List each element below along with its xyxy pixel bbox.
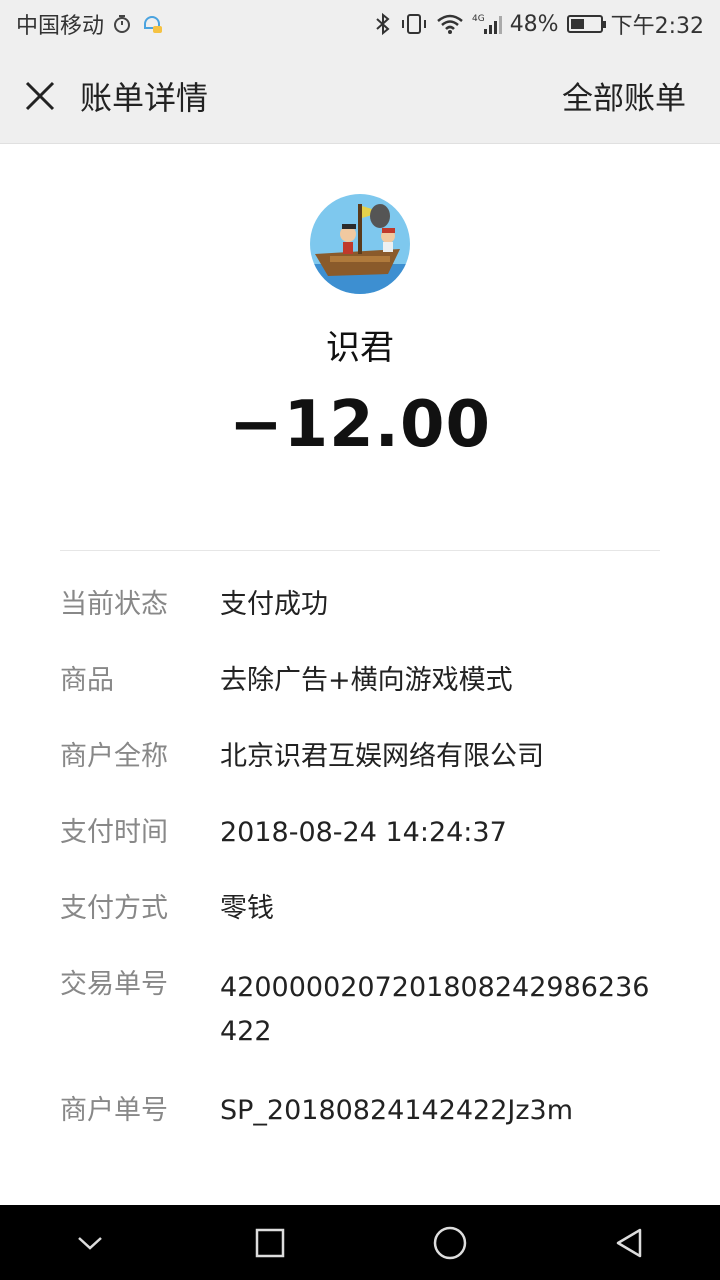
detail-value: 北京识君互娱网络有限公司 [220, 741, 544, 772]
svg-text:4G: 4G [472, 14, 485, 24]
detail-label: 支付方式 [60, 893, 168, 924]
nav-back-button[interactable] [590, 1205, 670, 1280]
nav-collapse-button[interactable] [50, 1205, 130, 1280]
merchant-avatar [310, 194, 410, 294]
detail-value: 去除广告+横向游戏模式 [220, 665, 513, 696]
chevron-down-icon [78, 1236, 102, 1250]
battery-icon [566, 15, 606, 33]
bluetooth-icon [374, 12, 392, 36]
detail-label: 商户全称 [60, 741, 168, 772]
triangle-back-icon [616, 1228, 642, 1257]
detail-row-transaction-id: 交易单号 4200000207201808242986236422 [60, 966, 660, 1054]
detail-label: 支付时间 [60, 817, 168, 848]
carrier-text: 中国移动 [16, 14, 105, 39]
nav-home-button[interactable] [410, 1205, 490, 1280]
circle-icon [433, 1226, 467, 1259]
detail-row-status: 当前状态 支付成功 [60, 586, 660, 624]
alarm-icon [112, 14, 132, 34]
notification-icon [140, 12, 164, 36]
divider [60, 550, 660, 551]
signal-icon: 4G [472, 12, 502, 36]
screen: 中国移动 4G 48% 下午2:32 账单详情 全部账单 识君 −12.00 当… [0, 0, 720, 1280]
detail-label: 商户单号 [60, 1095, 168, 1126]
merchant-name: 识君 [326, 328, 394, 368]
nav-recents-button[interactable] [230, 1205, 310, 1280]
all-bills-link[interactable]: 全部账单 [562, 73, 686, 118]
detail-value: 零钱 [220, 893, 274, 924]
detail-list: 当前状态 支付成功 商品 去除广告+横向游戏模式 商户全称 北京识君互娱网络有限… [60, 586, 660, 1168]
vibrate-icon [400, 12, 428, 36]
status-right: 4G 48% 下午2:32 [374, 8, 704, 40]
detail-value[interactable]: SP_20180824142422Jz3m [220, 1092, 660, 1130]
detail-label: 当前状态 [60, 589, 168, 620]
detail-label: 交易单号 [60, 969, 168, 1000]
detail-row-pay-time: 支付时间 2018-08-24 14:24:37 [60, 814, 660, 852]
detail-value[interactable]: 4200000207201808242986236422 [220, 966, 660, 1054]
detail-row-product: 商品 去除广告+横向游戏模式 [60, 662, 660, 700]
battery-percent: 48% [509, 11, 559, 37]
detail-value: 2018-08-24 14:24:37 [220, 817, 507, 848]
title-bar: 账单详情 全部账单 [0, 48, 720, 144]
detail-value: 支付成功 [220, 589, 328, 620]
battery-fill [570, 19, 584, 29]
detail-label: 商品 [60, 665, 114, 696]
detail-row-merchant: 商户全称 北京识君互娱网络有限公司 [60, 738, 660, 776]
clock-text: 下午2:32 [610, 14, 704, 39]
system-nav-bar [0, 1205, 720, 1280]
detail-row-merchant-order-id: 商户单号 SP_20180824142422Jz3m [60, 1092, 660, 1130]
status-bar: 中国移动 4G 48% 下午2:32 [0, 0, 720, 48]
square-icon [255, 1228, 285, 1257]
close-button[interactable] [0, 48, 80, 144]
close-icon [25, 81, 55, 110]
status-left: 中国移动 [16, 8, 164, 40]
page-title: 账单详情 [80, 78, 209, 117]
wifi-icon [436, 13, 464, 35]
payment-amount: −12.00 [228, 388, 492, 462]
detail-row-pay-method: 支付方式 零钱 [60, 890, 660, 928]
pirate-ship-avatar-icon [310, 194, 410, 294]
